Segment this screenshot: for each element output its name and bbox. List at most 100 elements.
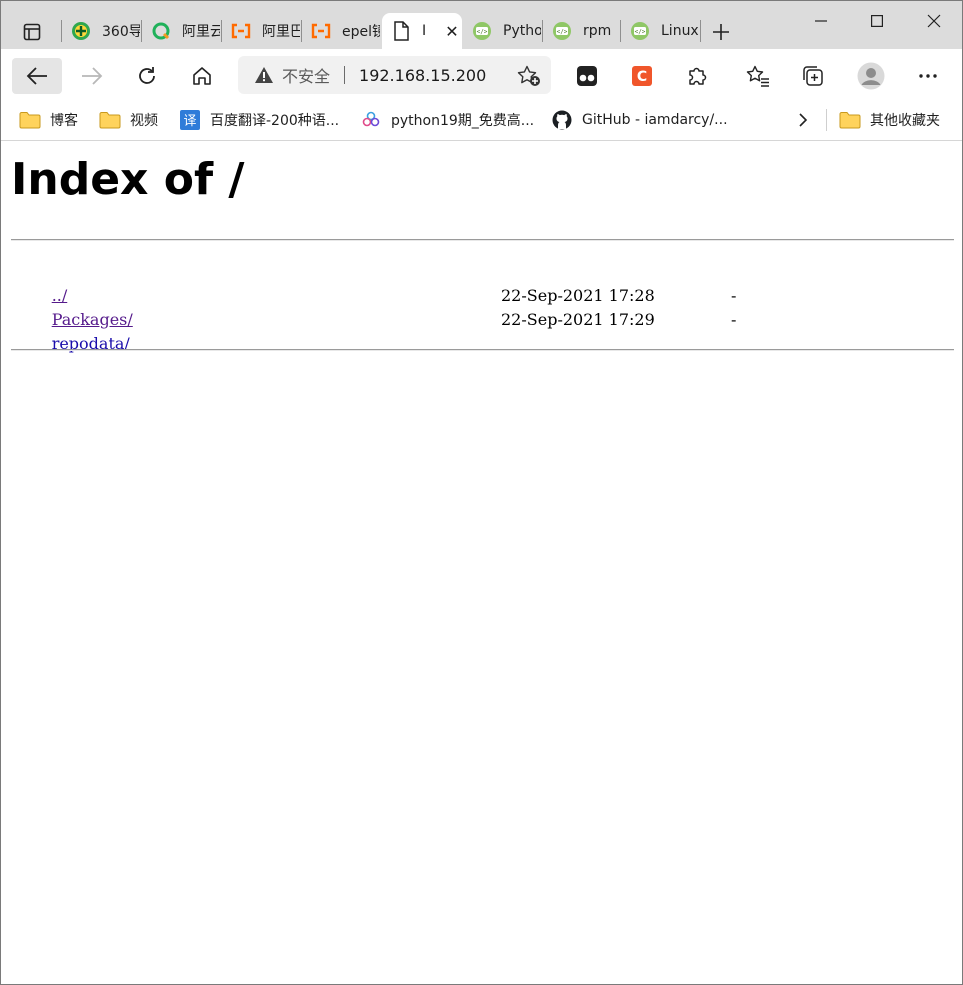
page-content: Index of / ../ Packages/ 22-Sep-2021 17:…: [1, 142, 962, 984]
extension-c-button[interactable]: C: [619, 58, 665, 94]
bookmarks-divider: [826, 109, 827, 131]
list-item: repodata/ 22-Sep-2021 17:29 -: [11, 308, 737, 353]
home-button[interactable]: [179, 58, 225, 94]
directory-listing: ../ Packages/ 22-Sep-2021 17:28 - repoda…: [11, 260, 737, 353]
maximize-icon: [871, 15, 883, 27]
minimize-button[interactable]: [791, 1, 851, 41]
tab-360[interactable]: 360导: [62, 13, 140, 49]
tab-rpm[interactable]: </> rpm: [543, 13, 619, 49]
devtools-icon: </>: [629, 20, 651, 42]
warning-icon[interactable]: [254, 65, 274, 85]
tab-actions-icon: [23, 23, 41, 41]
tab-linux[interactable]: </> Linux: [621, 13, 699, 49]
top-divider: [11, 239, 954, 241]
more-horizontal-icon: [919, 74, 937, 78]
folder-icon: [19, 110, 41, 130]
tab-active-index[interactable]: I ✕: [382, 13, 462, 49]
bookmarks-overflow-button[interactable]: [797, 108, 809, 132]
browser-window: 360导 阿里云 阿里巴 epel镜 I ✕ </> Pytho </> r: [0, 0, 963, 985]
favorites-bar: 博客 视频 译 百度翻译-200种语... python19期_免费高... G…: [1, 101, 962, 141]
tab-python[interactable]: </> Pytho: [463, 13, 541, 49]
svg-text:</>: </>: [557, 29, 568, 36]
tab-title: I: [422, 23, 427, 39]
tab-epel[interactable]: epel镜: [302, 13, 380, 49]
bookmark-label: 百度翻译-200种语...: [210, 113, 340, 129]
close-tab-icon[interactable]: ✕: [442, 22, 462, 41]
devtools-icon: </>: [471, 20, 493, 42]
bookmark-python19[interactable]: python19期_免费高...: [360, 108, 534, 132]
tab-title: rpm: [583, 23, 612, 39]
maximize-button[interactable]: [847, 1, 907, 41]
aliyun-icon: [310, 20, 332, 42]
tab-title: Pytho: [503, 23, 541, 39]
tab-separator: [700, 20, 701, 42]
close-window-button[interactable]: [904, 1, 962, 41]
bookmark-label: 视频: [130, 113, 158, 129]
profile-button[interactable]: [848, 58, 894, 94]
list-item: Packages/ 22-Sep-2021 17:28 -: [11, 284, 737, 329]
url-text[interactable]: 192.168.15.200: [359, 66, 486, 85]
favorites-star-icon: [746, 65, 769, 87]
bubbles-icon: [360, 110, 382, 130]
bookmark-label: 博客: [50, 113, 78, 129]
close-icon: [927, 14, 941, 28]
list-item: ../: [11, 260, 133, 305]
tab-strip: 360导 阿里云 阿里巴 epel镜 I ✕ </> Pytho </> r: [1, 1, 962, 49]
tab-actions-button[interactable]: [13, 19, 51, 45]
tab-aliyun-2[interactable]: 阿里巴: [222, 13, 300, 49]
aliyun-q-icon: [150, 20, 172, 42]
address-divider: [344, 66, 346, 84]
bookmark-other-folder[interactable]: 其他收藏夹: [839, 108, 940, 132]
translate-icon: 译: [179, 110, 201, 130]
refresh-button[interactable]: [124, 58, 170, 94]
modified-date: 22-Sep-2021 17:28: [501, 286, 655, 305]
bookmark-label: GitHub - iamdarcy/...: [582, 112, 728, 128]
bookmark-video[interactable]: 视频: [99, 108, 158, 132]
avatar: [857, 62, 885, 90]
page-icon: [390, 20, 412, 42]
folder-icon: [839, 110, 861, 130]
aliyun-icon: [230, 20, 252, 42]
svg-text:C: C: [637, 69, 647, 85]
security-label[interactable]: 不安全: [282, 63, 330, 87]
bookmark-github[interactable]: GitHub - iamdarcy/...: [551, 108, 728, 132]
extension-tampermonkey-button[interactable]: [564, 58, 610, 94]
tab-title: Linux: [661, 23, 699, 39]
folder-icon: [99, 110, 121, 130]
bookmark-label: python19期_免费高...: [391, 113, 535, 129]
tab-title: 阿里云: [182, 24, 220, 40]
add-favorite-icon[interactable]: [517, 65, 541, 87]
collections-icon: [803, 66, 823, 86]
minimize-icon: [815, 20, 827, 22]
tab-aliyun-1[interactable]: 阿里云: [142, 13, 220, 49]
c-extension-icon: C: [632, 66, 652, 86]
new-tab-button[interactable]: [707, 19, 735, 45]
arrow-right-icon: [82, 67, 103, 85]
bookmark-baidu-translate[interactable]: 译 百度翻译-200种语...: [179, 108, 339, 132]
tab-title: 360导: [102, 24, 140, 40]
github-icon: [551, 110, 573, 130]
chevron-right-icon: [799, 113, 808, 127]
bookmark-label: 其他收藏夹: [870, 113, 940, 129]
devtools-icon: </>: [551, 20, 573, 42]
settings-menu-button[interactable]: [905, 58, 951, 94]
refresh-icon: [139, 67, 155, 84]
svg-text:译: 译: [183, 114, 196, 129]
collections-button[interactable]: [790, 58, 836, 94]
extensions-button[interactable]: [674, 58, 720, 94]
modified-date: 22-Sep-2021 17:29: [501, 310, 655, 329]
home-icon: [193, 67, 211, 85]
bottom-divider: [11, 349, 954, 351]
plus-icon: [713, 24, 729, 40]
svg-text:</>: </>: [635, 29, 646, 36]
forward-button[interactable]: [69, 58, 115, 94]
favorites-button[interactable]: [735, 58, 781, 94]
tab-title: 阿里巴: [262, 24, 300, 40]
360-icon: [70, 20, 92, 42]
address-bar[interactable]: 不安全 192.168.15.200: [238, 56, 551, 94]
bookmark-blog[interactable]: 博客: [19, 108, 78, 132]
back-button[interactable]: [12, 58, 62, 94]
navigation-toolbar: 不安全 192.168.15.200 C: [1, 49, 962, 134]
tab-title: epel镜: [342, 24, 380, 40]
tampermonkey-icon: [577, 66, 597, 86]
